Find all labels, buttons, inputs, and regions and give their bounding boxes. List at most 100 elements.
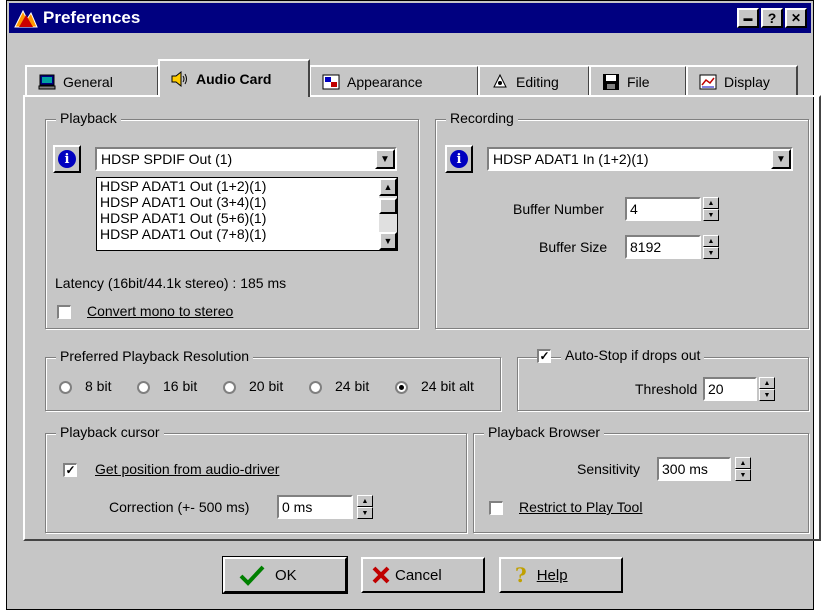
sensitivity-label: Sensitivity <box>577 461 641 477</box>
get-position-text: Get position from audio-driver <box>95 461 280 477</box>
radio-24bit[interactable] <box>309 381 322 394</box>
get-position-label[interactable]: Get position from audio-driver <box>95 461 279 477</box>
group-label: Playback Browser <box>484 424 605 440</box>
spin-down-icon[interactable]: ▼ <box>735 469 751 481</box>
tab-label: Appearance <box>347 74 423 90</box>
radio-label-8bit[interactable]: 8 bit <box>85 378 111 394</box>
radio-label-16bit[interactable]: 16 bit <box>163 378 197 394</box>
tab-label: Display <box>724 74 770 90</box>
playback-device-combo[interactable]: HDSP SPDIF Out (1) ▼ <box>95 147 397 171</box>
radio-16bit[interactable] <box>137 381 150 394</box>
scroll-thumb[interactable] <box>379 198 397 214</box>
group-label: Preferred Playback Resolution <box>56 348 254 364</box>
ok-button[interactable]: OK <box>222 556 348 594</box>
sensitivity-field[interactable]: 300 ms <box>657 457 731 481</box>
window-title: Preferences <box>43 8 141 27</box>
spin-up-icon[interactable]: ▲ <box>703 235 719 247</box>
buffer-size-field[interactable]: 8192 <box>625 235 701 259</box>
spin-down-icon[interactable]: ▼ <box>703 209 719 221</box>
tab-general[interactable]: General <box>25 65 159 97</box>
threshold-label: Threshold <box>635 381 698 397</box>
list-scrollbar[interactable]: ▲ ▼ <box>379 178 397 250</box>
correction-spinner[interactable]: ▲ ▼ <box>357 495 373 519</box>
spin-up-icon[interactable]: ▲ <box>759 377 775 389</box>
buffer-size-spinner[interactable]: ▲ ▼ <box>703 235 719 259</box>
radio-20bit[interactable] <box>223 381 236 394</box>
tab-file[interactable]: File <box>589 65 687 97</box>
cancel-label: Cancel <box>395 566 442 584</box>
tab-audio-card[interactable]: Audio Card <box>158 59 310 97</box>
spin-up-icon[interactable]: ▲ <box>357 495 373 507</box>
display-icon <box>699 74 717 90</box>
help-title-button[interactable]: ? <box>761 8 783 28</box>
autostop-label[interactable]: Auto-Stop if drops out <box>561 347 705 363</box>
playback-info-button[interactable]: i <box>53 145 81 173</box>
list-item[interactable]: HDSP ADAT1 Out (1+2)(1) <box>97 178 397 194</box>
radio-label-24bit-alt[interactable]: 24 bit alt <box>421 378 474 394</box>
sensitivity-spinner[interactable]: ▲ ▼ <box>735 457 751 481</box>
buffer-number-spinner[interactable]: ▲ ▼ <box>703 197 719 221</box>
spin-down-icon[interactable]: ▼ <box>703 247 719 259</box>
tab-appearance[interactable]: Appearance <box>309 65 479 97</box>
combo-value: HDSP ADAT1 In (1+2)(1) <box>493 151 649 167</box>
preferences-window: Preferences ▬ ? ✕ General Audio Card App… <box>6 0 821 610</box>
radio-label-24bit[interactable]: 24 bit <box>335 378 369 394</box>
scroll-up-icon[interactable]: ▲ <box>379 178 397 196</box>
tab-display[interactable]: Display <box>686 65 798 97</box>
close-button[interactable]: ✕ <box>785 8 807 28</box>
buffer-number-label: Buffer Number <box>513 201 604 217</box>
audio-card-panel: Playback i HDSP SPDIF Out (1) ▼ HDSP ADA… <box>23 95 821 541</box>
group-label: Recording <box>446 110 518 126</box>
radio-24bit-alt[interactable] <box>395 381 408 394</box>
minimize-icon: ▬ <box>743 13 753 23</box>
radio-8bit[interactable] <box>59 381 72 394</box>
list-item[interactable]: HDSP ADAT1 Out (3+4)(1) <box>97 194 397 210</box>
threshold-spinner[interactable]: ▲ ▼ <box>759 377 775 401</box>
question-icon: ? <box>767 10 777 26</box>
spin-up-icon[interactable]: ▲ <box>735 457 751 469</box>
correction-label: Correction (+- 500 ms) <box>109 499 250 515</box>
convert-mono-checkbox[interactable] <box>57 305 71 319</box>
help-text: Help <box>536 566 568 584</box>
minimize-button[interactable]: ▬ <box>737 8 759 28</box>
correction-field[interactable]: 0 ms <box>277 495 353 519</box>
playback-cursor-group: Playback cursor <box>45 424 467 533</box>
combo-value: HDSP SPDIF Out (1) <box>101 151 233 167</box>
spin-down-icon[interactable]: ▼ <box>357 507 373 519</box>
floppy-icon <box>603 74 619 90</box>
spin-up-icon[interactable]: ▲ <box>703 197 719 209</box>
computer-icon <box>38 74 56 90</box>
scroll-down-icon[interactable]: ▼ <box>379 232 397 250</box>
ok-label: OK <box>275 566 297 584</box>
group-label: Playback <box>56 110 121 126</box>
chevron-down-icon[interactable]: ▼ <box>771 149 791 169</box>
tab-editing[interactable]: Editing <box>478 65 590 97</box>
spin-down-icon[interactable]: ▼ <box>759 389 775 401</box>
restrict-checkbox[interactable] <box>489 501 503 515</box>
app-icon <box>14 9 38 28</box>
radio-label-20bit[interactable]: 20 bit <box>249 378 283 394</box>
chevron-down-icon[interactable]: ▼ <box>375 149 395 169</box>
restrict-label[interactable]: Restrict to Play Tool <box>519 499 642 515</box>
title-bar[interactable]: Preferences ▬ ? ✕ <box>9 3 811 33</box>
playback-device-list: HDSP ADAT1 Out (1+2)(1) HDSP ADAT1 Out (… <box>96 177 398 251</box>
threshold-field[interactable]: 20 <box>703 377 757 401</box>
recording-info-button[interactable]: i <box>445 145 473 173</box>
question-icon: ? <box>515 563 527 587</box>
buffer-number-field[interactable]: 4 <box>625 197 701 221</box>
list-item[interactable]: HDSP ADAT1 Out (5+6)(1) <box>97 210 397 226</box>
info-icon: i <box>58 150 76 168</box>
tab-label: File <box>627 74 650 90</box>
list-item[interactable]: HDSP ADAT1 Out (7+8)(1) <box>97 226 397 242</box>
buffer-size-label: Buffer Size <box>539 239 608 255</box>
get-position-checkbox[interactable]: ✓ <box>63 463 77 477</box>
tab-bar: General Audio Card Appearance Editing Fi… <box>25 59 798 97</box>
autostop-checkbox[interactable]: ✓ <box>537 349 551 363</box>
convert-mono-label[interactable]: Convert mono to stereo <box>87 303 233 319</box>
cancel-button[interactable]: Cancel <box>361 557 485 593</box>
group-label: Playback cursor <box>56 424 164 440</box>
cross-icon <box>372 566 390 584</box>
help-button[interactable]: ? Help <box>499 557 623 593</box>
recording-device-combo[interactable]: HDSP ADAT1 In (1+2)(1) ▼ <box>487 147 793 171</box>
playback-browser-group: Playback Browser <box>473 424 809 533</box>
